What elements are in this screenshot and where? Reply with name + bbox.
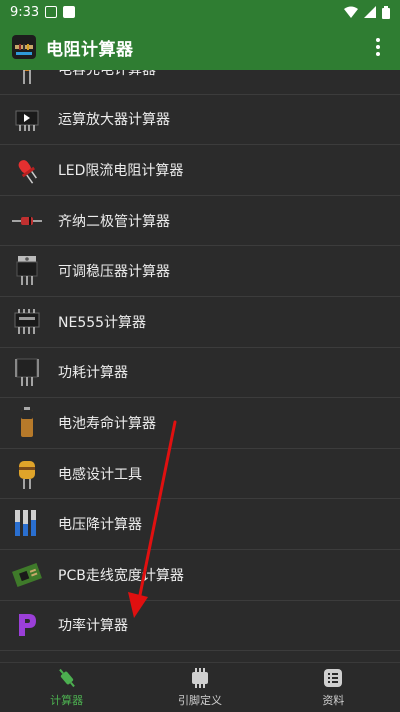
list-item-voltage-drop[interactable]: 电压降计算器: [0, 499, 400, 550]
list-item-label: 运算放大器计算器: [58, 112, 170, 129]
ne555-chip-icon: [12, 305, 42, 339]
list-item-led[interactable]: LED限流电阻计算器: [0, 145, 400, 196]
tab-calculator[interactable]: 计算器: [0, 663, 133, 712]
tab-label: 计算器: [50, 694, 84, 707]
pcb-icon: [12, 558, 42, 592]
list-item-label: 可调稳压器计算器: [58, 264, 170, 281]
list-item-zener[interactable]: 齐纳二极管计算器: [0, 196, 400, 247]
list-item-label: LED限流电阻计算器: [58, 162, 184, 179]
zener-diode-icon: [12, 204, 42, 238]
calculator-tab-icon: [58, 668, 75, 688]
list-item-op-amp[interactable]: 运算放大器计算器: [0, 95, 400, 146]
tab-label: 引脚定义: [177, 694, 222, 707]
tab-label: 资料: [322, 694, 345, 707]
list-item-label: 电感设计工具: [58, 466, 142, 483]
list-item-inductor[interactable]: 电感设计工具: [0, 449, 400, 500]
wire-cable-icon: [12, 507, 42, 541]
pinout-tab-icon: [191, 668, 208, 688]
transistor-icon: [12, 355, 42, 389]
capacitor-icon: [12, 70, 42, 86]
voltage-regulator-icon: [12, 254, 42, 288]
list-item-capacitor[interactable]: 电容充电计算器: [0, 70, 400, 95]
list-item-power-dissipation[interactable]: 功耗计算器: [0, 348, 400, 399]
signal-icon: [364, 6, 376, 18]
app-title: 电阻计算器: [46, 39, 134, 60]
list-item-label: 功耗计算器: [58, 365, 128, 382]
list-item-power-calculator[interactable]: 功率计算器: [0, 601, 400, 652]
list-item-label: 电池寿命计算器: [58, 415, 156, 432]
app-logo-icon: [12, 35, 36, 59]
calculator-list[interactable]: 电容充电计算器 运算放大器计算器 LED限流电阻计算器 齐纳二极管计算器 可调稳…: [0, 70, 400, 662]
list-item-ne555[interactable]: NE555计算器: [0, 297, 400, 348]
list-item-label: 齐纳二极管计算器: [58, 213, 170, 230]
notification-icon: [63, 6, 76, 18]
battery-status-icon: [382, 5, 390, 19]
app-bar: 电阻计算器: [0, 24, 400, 70]
led-icon: [12, 153, 42, 187]
op-amp-chip-icon: [12, 102, 42, 136]
reference-tab-icon: [324, 669, 343, 687]
more-options-icon: [376, 38, 380, 42]
inductor-icon: [12, 457, 42, 491]
list-item-label: 功率计算器: [58, 618, 128, 635]
list-item-label: 电压降计算器: [58, 517, 142, 534]
list-item-label: 电容充电计算器: [58, 70, 156, 79]
bottom-navigation: 计算器 引脚定义 资料: [0, 662, 400, 712]
list-item-label: NE555计算器: [58, 314, 147, 331]
list-item-pcb-trace[interactable]: PCB走线宽度计算器: [0, 550, 400, 601]
power-p-icon: [12, 608, 42, 642]
list-item-regulator[interactable]: 可调稳压器计算器: [0, 246, 400, 297]
wifi-icon: [344, 6, 358, 18]
tab-reference[interactable]: 资料: [267, 663, 400, 712]
list-item-battery-life[interactable]: 电池寿命计算器: [0, 398, 400, 449]
notification-icon: [45, 6, 58, 18]
status-time: 9:33: [10, 4, 40, 20]
list-item-label: PCB走线宽度计算器: [58, 567, 184, 584]
tab-pinout[interactable]: 引脚定义: [133, 663, 266, 712]
battery-icon: [12, 406, 42, 440]
status-bar: 9:33: [0, 0, 400, 24]
more-options-button[interactable]: [368, 32, 388, 62]
